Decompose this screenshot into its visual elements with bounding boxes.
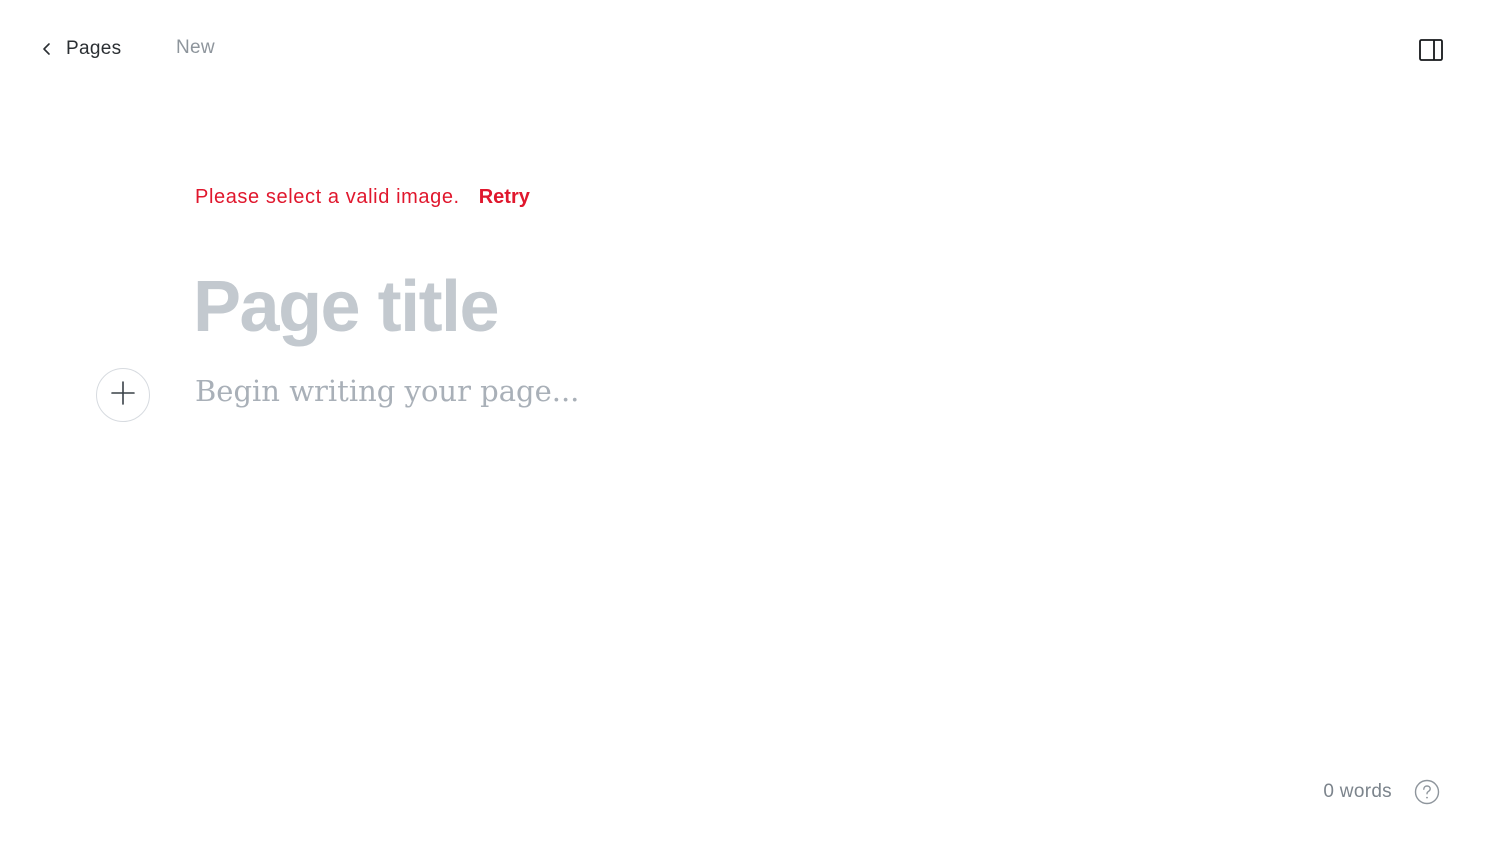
help-button[interactable] xyxy=(1414,779,1440,805)
post-status: New xyxy=(176,37,215,58)
retry-button[interactable]: Retry xyxy=(479,186,530,209)
help-icon xyxy=(1414,779,1440,805)
add-card-button[interactable] xyxy=(96,368,150,422)
plus-icon xyxy=(110,380,136,411)
image-upload-error: Please select a valid image. Retry xyxy=(195,186,530,209)
sidebar-toggle-icon xyxy=(1418,39,1444,66)
editor-footer: 0 words xyxy=(1323,779,1440,805)
chevron-left-icon xyxy=(40,42,54,56)
error-message: Please select a valid image. xyxy=(195,186,460,208)
settings-panel-toggle-button[interactable] xyxy=(1418,38,1444,62)
back-to-pages-link[interactable]: Pages xyxy=(40,36,121,62)
back-link-label: Pages xyxy=(66,38,122,59)
page-body-editor[interactable]: Begin writing your page... xyxy=(195,374,579,408)
word-count: 0 words xyxy=(1323,781,1392,802)
editor-header: Pages New xyxy=(0,0,1500,100)
page-title-input[interactable]: Page title xyxy=(193,262,500,352)
